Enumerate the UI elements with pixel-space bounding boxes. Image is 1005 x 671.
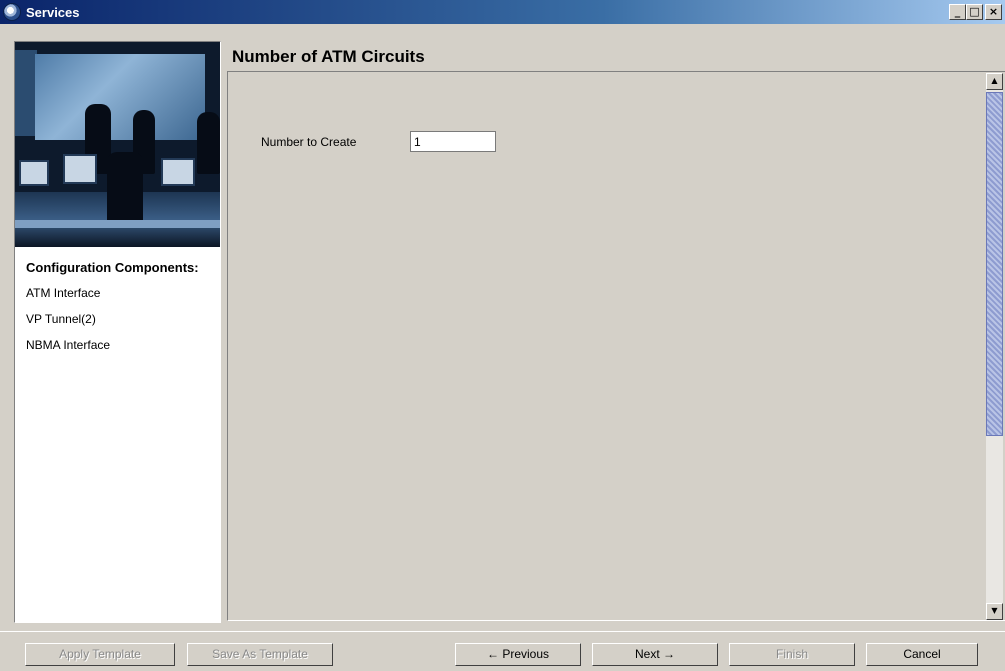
configuration-components-panel: Configuration Components: ATM Interface … [14, 41, 221, 623]
number-to-create-input[interactable] [410, 131, 496, 152]
side-screen [15, 50, 37, 136]
scroll-thumb[interactable] [986, 92, 1003, 436]
desk-monitor-3 [161, 158, 195, 186]
vertical-scrollbar[interactable]: ▲ ▼ [986, 73, 1003, 620]
config-item-vp-tunnel[interactable]: VP Tunnel(2) [26, 306, 220, 332]
close-button[interactable]: × [985, 4, 1002, 20]
desk-monitor-2 [63, 154, 97, 184]
apply-template-button[interactable]: Apply Template [25, 643, 175, 666]
previous-button[interactable]: ← Previous [455, 643, 581, 666]
page-title: Number of ATM Circuits [232, 47, 425, 66]
desk-edge [15, 220, 220, 228]
finish-button[interactable]: Finish [729, 643, 855, 666]
maximize-button[interactable]: □ [966, 4, 983, 20]
minimize-button[interactable]: _ [949, 4, 966, 20]
wall-display [35, 54, 205, 140]
config-item-nbma-interface[interactable]: NBMA Interface [26, 332, 220, 358]
services-app-icon [3, 3, 21, 21]
content-area: Number to Create ▲ ▼ [227, 71, 1005, 621]
cancel-button[interactable]: Cancel [866, 643, 978, 666]
title-bar[interactable]: Services _ □ × [0, 0, 1005, 24]
window-title: Services [26, 4, 80, 20]
save-as-template-button[interactable]: Save As Template [187, 643, 333, 666]
config-item-atm-interface[interactable]: ATM Interface [26, 280, 220, 306]
scroll-up-arrow-icon[interactable]: ▲ [986, 73, 1003, 90]
config-components-heading: Configuration Components: [26, 260, 199, 275]
desk-monitor-1 [19, 160, 49, 186]
seated-operator [107, 152, 143, 222]
next-button[interactable]: Next → [592, 643, 718, 666]
window-controls: _ □ × [949, 4, 1002, 20]
control-room-image [15, 42, 220, 247]
wizard-button-bar: Apply Template Save As Template ← Previo… [0, 631, 1005, 671]
main-panel: Number of ATM Circuits Number to Create … [227, 41, 1005, 623]
scroll-down-arrow-icon[interactable]: ▼ [986, 603, 1003, 620]
number-to-create-label: Number to Create [261, 135, 357, 149]
standing-person-3 [197, 112, 220, 174]
